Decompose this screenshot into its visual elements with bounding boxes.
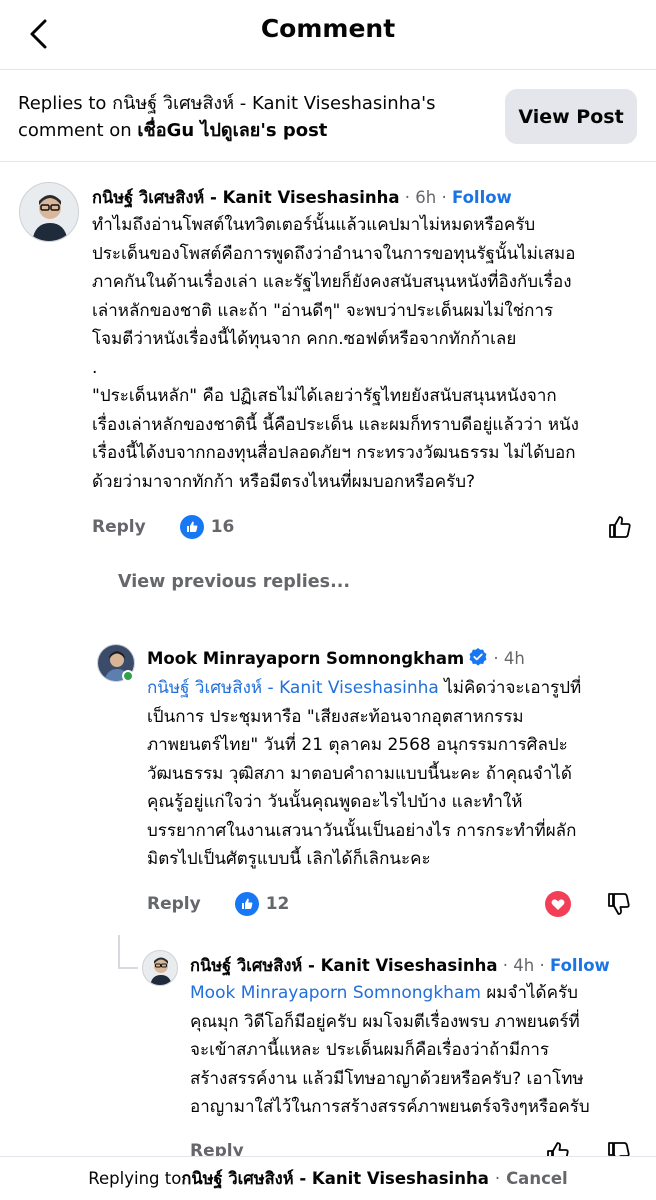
mention-link[interactable]: กนิษฐ์ วิเศษสิงห์ - Kanit Viseshasinha (147, 678, 439, 698)
dislike-button[interactable] (604, 889, 634, 919)
thread-connector (118, 935, 120, 969)
comment-line: เรื่องเล่าหลักของชาตินี้ นี้คือประเด็น แ… (92, 414, 579, 435)
comment-header: Mook Minrayaporn Somnongkham · 4h (147, 647, 525, 668)
separator-dot: · (494, 1169, 501, 1188)
thumbs-down-icon (608, 893, 630, 915)
author-name[interactable]: Mook Minrayaporn Somnongkham (147, 649, 464, 668)
page-title: Comment (260, 14, 396, 43)
thumbs-up-icon (609, 516, 631, 538)
comment-header: กนิษฐ์ วิเศษสิงห์ - Kanit Viseshasinha ·… (92, 185, 512, 211)
avatar[interactable] (19, 182, 79, 242)
comment-line: บรรยากาศในงานเสวนาวันนั้นเป็นอย่างไร การ… (147, 820, 577, 841)
view-post-button[interactable]: View Post (505, 89, 637, 144)
author-name[interactable]: กนิษฐ์ วิเศษสิงห์ - Kanit Viseshasinha (190, 956, 498, 975)
separator-dot: · (539, 956, 550, 975)
timestamp[interactable]: 6h (415, 188, 436, 207)
love-reaction-button[interactable] (543, 889, 573, 919)
comment-actions: Reply 16 (92, 515, 234, 539)
comment-body: กนิษฐ์ วิเศษสิงห์ - Kanit Viseshasinha ไ… (147, 674, 647, 874)
replying-to-name: กนิษฐ์ วิเศษสิงห์ - Kanit Viseshasinha (181, 1168, 489, 1188)
separator-dot: · (502, 956, 514, 975)
separator-dot: · (404, 188, 416, 207)
comment-line: เล่าหลักของชาติ และถ้า "อ่านดีๆ" จะพบว่า… (92, 300, 554, 321)
comment-line: ภาคกันในด้านเรื่องเล่า และรัฐไทยก็ยังคงส… (92, 272, 572, 292)
context-page-name[interactable]: เชื่อGu ไปดูเลย (137, 120, 260, 141)
like-button[interactable] (605, 512, 635, 542)
cancel-reply-button[interactable]: Cancel (506, 1169, 568, 1188)
reply-button[interactable]: Reply (147, 894, 201, 914)
comment-line: โจมตีว่าหนังเรื่องนี้ได้ทุนจาก คกก.ซอฟต์… (92, 329, 517, 349)
thread-connector (118, 967, 138, 969)
comment-line: ด้วยว่ามาจากทักก้า หรือมีตรงไหนที่ผมบอกห… (92, 471, 476, 492)
verified-badge-icon (469, 648, 487, 666)
timestamp[interactable]: 4h (504, 649, 525, 668)
comment-line: . (92, 357, 98, 378)
avatar-photo-icon (143, 951, 177, 985)
comment-header: กนิษฐ์ วิเศษสิงห์ - Kanit Viseshasinha ·… (190, 953, 610, 979)
context-description: Replies to กนิษฐ์ วิเศษสิงห์ - Kanit Vis… (18, 90, 478, 144)
reply-button[interactable]: Reply (92, 517, 146, 537)
replying-to-bar: Replying to กนิษฐ์ วิเศษสิงห์ - Kanit Vi… (0, 1156, 656, 1200)
comment-line: Mook Minrayaporn Somnongkham ผมจำได้ครับ (190, 979, 650, 1008)
comment-body: ทำไมถึงอ่านโพสต์ในทวิตเตอร์นั้นแล้วแคปมา… (92, 211, 642, 496)
comment-text: ไม่คิดว่าจะเอารูปที่ (438, 678, 582, 698)
separator-dot: · (493, 649, 504, 668)
comment-line: เป็นการ ประชุมหารือ "เสียงสะท้อนจากอุตสา… (147, 706, 524, 727)
like-count: 16 (210, 517, 235, 537)
comment-line: "ประเด็นหลัก" คือ ปฏิเสธไม่ได้เลยว่ารัฐไ… (92, 386, 557, 406)
comment-line: ภาพยนตร์ไทย" วันที่ 21 ตุลาคม 2568 อนุกร… (147, 735, 568, 755)
follow-button[interactable]: Follow (550, 956, 610, 975)
comment-line: คุณรู้อยู่แก่ใจว่า วันนั้นคุณพูดอะไรไปบ้… (147, 792, 523, 812)
comment-line: สร้างสรรค์งาน แล้วมีโทษอาญาด้วยหรือครับ?… (190, 1068, 584, 1089)
timestamp[interactable]: 4h (513, 956, 534, 975)
like-count: 12 (265, 894, 290, 914)
context-suffix: 's post (260, 120, 328, 141)
comment-line: คุณมุก วิดีโอก็มีอยู่ครับ ผมโจมตีเรื่องพ… (190, 1011, 580, 1032)
top-bar: Comment (0, 0, 656, 70)
online-status-dot (122, 670, 134, 682)
comment-line: มิตรไปเป็นศัตรูแบบนี้ เลิกได้ก็เลิกนะคะ (147, 849, 431, 869)
avatar[interactable] (142, 950, 178, 986)
comment-actions: Reply 12 (147, 892, 289, 916)
comment-line: วัฒนธรรม วุฒิสภา มาตอบคำถามแบบนี้นะคะ ถ้… (147, 763, 572, 784)
separator-dot: · (441, 188, 452, 207)
author-name[interactable]: กนิษฐ์ วิเศษสิงห์ - Kanit Viseshasinha (92, 188, 400, 207)
replying-prefix: Replying to (88, 1169, 182, 1188)
comment-line: ประเด็นของโพสต์คือการพูดถึงว่าอำนาจในการ… (92, 243, 576, 264)
comment-line: ทำไมถึงอ่านโพสต์ในทวิตเตอร์นั้นแล้วแคปมา… (92, 215, 536, 235)
comment-line: อาญามาใส่ไว้ในการสร้างสรรค์ภาพยนตร์จริงๆ… (190, 1097, 590, 1117)
heart-icon (545, 891, 571, 917)
follow-button[interactable]: Follow (452, 188, 512, 207)
comment-body: Mook Minrayaporn Somnongkham ผมจำได้ครับ… (190, 979, 650, 1122)
comment-text: ผมจำได้ครับ (480, 983, 578, 1003)
avatar-photo-icon (20, 183, 78, 241)
comment-line: กนิษฐ์ วิเศษสิงห์ - Kanit Viseshasinha ไ… (147, 674, 647, 703)
like-badge-icon[interactable] (234, 892, 259, 916)
mention-link[interactable]: Mook Minrayaporn Somnongkham (190, 983, 481, 1003)
view-previous-replies[interactable]: View previous replies... (118, 572, 350, 592)
comment-line: จะเข้าสภานี้แหละ ประเด็นผมก็คือเรื่องว่า… (190, 1040, 550, 1060)
comment-line: เรื่องนี้ได้งบจากกองทุนสื่อปลอดภัยฯ กระท… (92, 443, 576, 463)
like-badge-icon[interactable] (179, 515, 204, 539)
